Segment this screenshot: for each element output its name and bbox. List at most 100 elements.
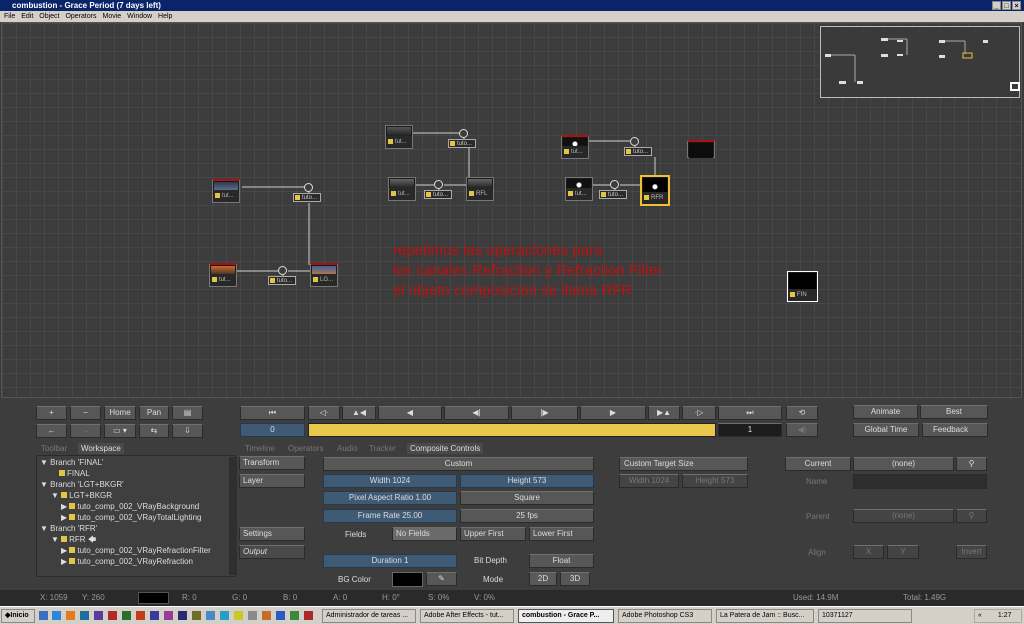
app-icon[interactable] (206, 611, 215, 620)
tab-tracker[interactable]: Tracker (366, 443, 399, 454)
quality-dropdown[interactable]: Best (920, 405, 988, 419)
end-frame-field[interactable]: 1 (718, 423, 782, 437)
output-node-final[interactable]: FIN (787, 271, 818, 302)
output-button[interactable]: Output (239, 545, 305, 559)
footage-node-rfr[interactable]: tut... (565, 177, 593, 201)
layout-button[interactable]: ⇆ (139, 424, 169, 438)
node-connector[interactable] (304, 183, 313, 192)
back-button[interactable]: ← (36, 424, 67, 438)
name-field[interactable] (853, 474, 987, 489)
footage-node-lighting[interactable]: tut... (209, 263, 237, 287)
tree-scrollbar[interactable] (229, 457, 237, 575)
tree-item-refraction-filter[interactable]: ▶ tuto_comp_002_VRayRefractionFilter (61, 545, 211, 556)
app-icon[interactable] (290, 611, 299, 620)
bg-color-swatch[interactable] (392, 572, 423, 587)
tree-item-lgt-bkgr[interactable]: ▼ LGT+BKGR (51, 490, 112, 501)
tab-timeline[interactable]: Timeline (242, 443, 278, 454)
app-icon[interactable] (178, 611, 187, 620)
composite-node-lgt[interactable]: LG... (310, 263, 338, 287)
tree-item-refraction[interactable]: ▶ tuto_comp_002_VRayRefraction (61, 556, 193, 567)
start-frame-field[interactable]: 0 (240, 423, 305, 437)
app-icon[interactable] (276, 611, 285, 620)
operator-node[interactable]: tuto... (599, 190, 627, 199)
app-icon[interactable] (122, 611, 131, 620)
app-icon[interactable] (262, 611, 271, 620)
global-time-dropdown[interactable]: Global Time (853, 423, 919, 437)
app-icon[interactable] (136, 611, 145, 620)
footage-node-extra[interactable] (687, 140, 715, 158)
upper-first-button[interactable]: Upper First (460, 527, 526, 541)
play-reverse-button[interactable]: ◀ (378, 406, 442, 420)
tab-composite-controls[interactable]: Composite Controls (407, 443, 484, 454)
task-combustion[interactable]: combustion - Grace P... (518, 609, 614, 623)
task-task-manager[interactable]: Administrador de tareas ... (322, 609, 416, 623)
operator-node[interactable]: tuto... (268, 276, 296, 285)
app-icon[interactable] (94, 611, 103, 620)
app-icon[interactable] (304, 611, 313, 620)
forward-button[interactable]: → (70, 424, 101, 438)
start-button[interactable]: ◆Inicio (1, 609, 35, 623)
download-button[interactable]: ⇩ (172, 424, 203, 438)
app-icon[interactable] (234, 611, 243, 620)
current-dropdown[interactable]: (none) (853, 457, 954, 471)
app-icon[interactable] (80, 611, 89, 620)
app-icon[interactable] (108, 611, 117, 620)
home-button[interactable]: Home (104, 406, 136, 420)
operator-node[interactable]: tuto... (624, 147, 652, 156)
footage-node-refraction[interactable]: tut... (388, 177, 416, 201)
tab-operators[interactable]: Operators (285, 443, 327, 454)
composite-node-rfr[interactable]: RFR (640, 175, 670, 206)
tree-item-background[interactable]: ▶ tuto_comp_002_VRayBackground (61, 501, 199, 512)
operator-node[interactable]: tuto... (448, 139, 476, 148)
eyedropper-icon[interactable]: ✎ (426, 572, 457, 586)
width-field[interactable]: Width 1024 (323, 474, 457, 488)
mode-3d-button[interactable]: 3D (560, 572, 590, 586)
navigator-viewport-frame[interactable] (1010, 82, 1020, 91)
step-back-button[interactable]: ◀| (444, 406, 509, 420)
desktop-icon[interactable] (39, 611, 48, 620)
pan-button[interactable]: Pan (139, 406, 169, 420)
preset-dropdown[interactable]: Custom (323, 457, 594, 471)
schematic-navigator[interactable] (820, 26, 1020, 98)
transform-button[interactable]: Transform (239, 456, 305, 470)
tree-item-total-lighting[interactable]: ▶ tuto_comp_002_VRayTotalLighting (61, 512, 201, 523)
custom-target-size-checkbox[interactable]: Custom Target Size (619, 457, 748, 471)
tree-branch-lgt-bkgr[interactable]: ▼ Branch 'LGT+BKGR' (40, 479, 124, 490)
current-button[interactable]: Current (785, 457, 851, 471)
operator-node[interactable]: tuto... (424, 190, 452, 199)
animate-button[interactable]: Animate (853, 405, 918, 419)
no-fields-button[interactable]: No Fields (392, 527, 457, 541)
footage-node-refraction-filter[interactable]: tut... (385, 125, 413, 149)
step-forward-button[interactable]: |▶ (511, 406, 578, 420)
view-toggle-button[interactable]: ▤ (172, 406, 203, 420)
fps-dropdown[interactable]: 25 fps (460, 509, 594, 523)
app-icon[interactable] (150, 611, 159, 620)
go-to-start-button[interactable]: ⏮ (240, 406, 305, 420)
bit-depth-dropdown[interactable]: Float (529, 554, 594, 568)
node-connector[interactable] (278, 266, 287, 275)
node-connector[interactable] (459, 129, 468, 138)
node-connector[interactable] (434, 180, 443, 189)
task-file[interactable]: 10371127 (818, 609, 912, 623)
operator-node[interactable]: tuto... (293, 193, 321, 202)
tray-expand-icon[interactable]: « (978, 612, 982, 619)
task-firefox[interactable]: La Patera de Jam :: Busc... (716, 609, 814, 623)
loop-button[interactable]: ⟲ (786, 406, 818, 420)
footage-node-background[interactable]: tut... (212, 179, 240, 203)
tree-item-rfr[interactable]: ▼ RFR 🡄 (51, 534, 96, 545)
play-button[interactable]: ▶ (580, 406, 646, 420)
pixel-aspect-field[interactable]: Pixel Aspect Ratio 1.00 (323, 491, 457, 505)
prev-keyframe-button[interactable]: ◁· (308, 406, 340, 420)
tree-branch-final[interactable]: ▼ Branch 'FINAL' (40, 457, 103, 468)
settings-button[interactable]: Settings (239, 527, 305, 541)
tab-toolbar[interactable]: Toolbar (38, 443, 70, 454)
ie-icon[interactable] (52, 611, 61, 620)
footage-node-rfr-filter[interactable]: tut... (561, 135, 589, 159)
composite-node-rfl[interactable]: RFL (466, 177, 494, 201)
app-icon[interactable] (164, 611, 173, 620)
workspace-tree[interactable]: ▼ Branch 'FINAL' FINAL ▼ Branch 'LGT+BKG… (36, 455, 236, 577)
lower-first-button[interactable]: Lower First (529, 527, 594, 541)
node-connector[interactable] (610, 180, 619, 189)
view-mode-dropdown[interactable]: ▭ ▾ (104, 424, 136, 438)
app-icon[interactable] (192, 611, 201, 620)
